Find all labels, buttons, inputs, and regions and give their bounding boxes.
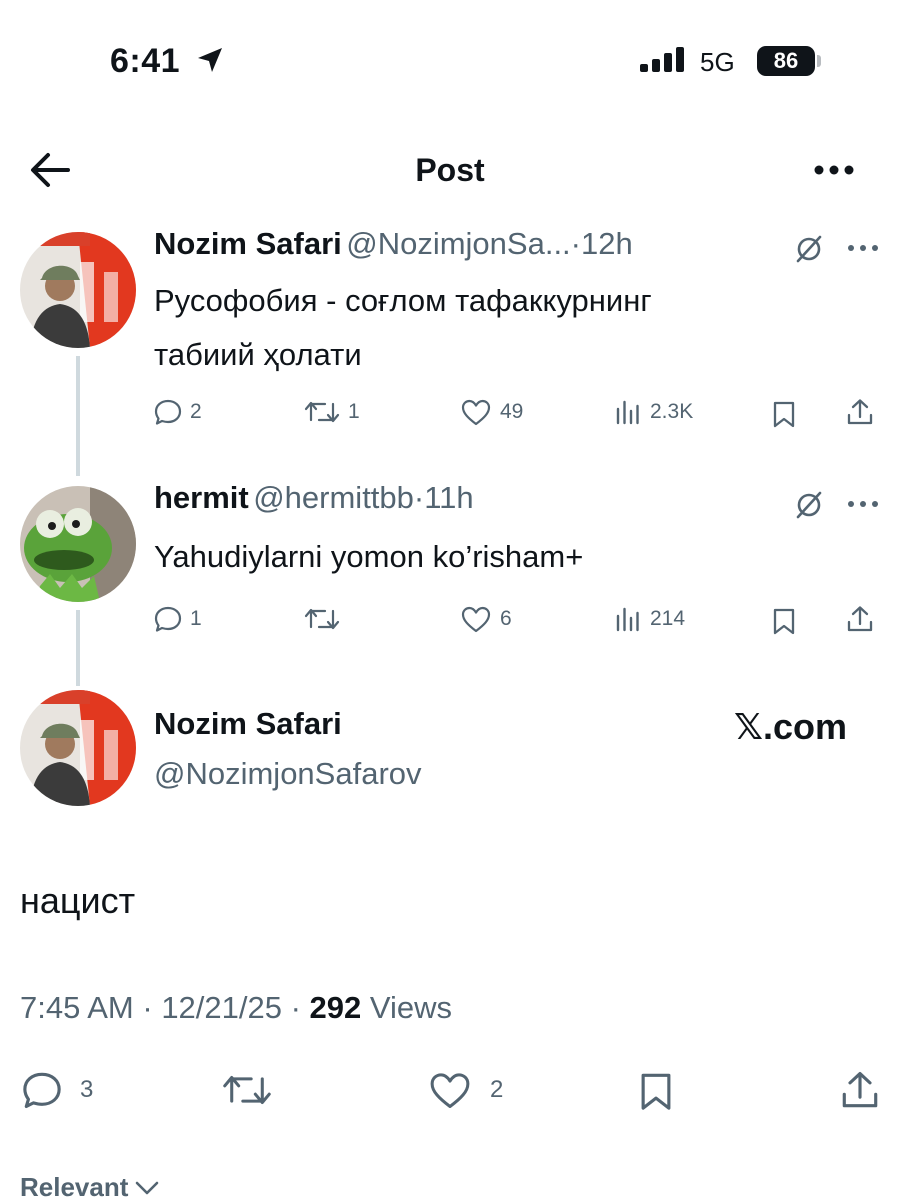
chevron-down-icon (136, 1181, 159, 1194)
author-name[interactable]: Nozim Safari (154, 706, 342, 742)
grok-icon[interactable] (794, 234, 824, 264)
grok-icon[interactable] (794, 490, 824, 520)
share-icon[interactable] (846, 398, 874, 426)
page-title: Post (415, 152, 485, 188)
like-count: 2 (490, 1076, 504, 1103)
heart-icon (430, 1073, 470, 1109)
tweet-text-line: Yahudiylarni yomon ko’risham+ (154, 539, 584, 574)
reply-count: 2 (190, 400, 202, 423)
network-type: 5G (700, 47, 735, 77)
author-name[interactable]: Nozim Safari (154, 226, 342, 261)
like-button[interactable]: 6 (460, 605, 512, 633)
sort-label: Relevant (20, 1172, 129, 1202)
separator: · (413, 480, 425, 515)
reply-count: 3 (80, 1076, 94, 1103)
post-date[interactable]: 12/21/25 (161, 990, 282, 1025)
reply-count: 1 (190, 607, 202, 630)
battery-level: 86 (773, 48, 799, 73)
author-handle[interactable]: @NozimjonSa... (346, 226, 570, 261)
avatar[interactable] (20, 232, 136, 348)
author-handle[interactable]: @hermittbb (253, 480, 414, 515)
views-count: 292 (309, 990, 362, 1025)
tweet-header: Nozim Safari @NozimjonSa...·12h (154, 226, 633, 262)
post-meta: 7:45 AM · 12/21/25 · 292 Views (20, 990, 453, 1025)
tweet-text: Русофобия - соғлом тафаккурнинг табиий ҳ… (154, 274, 652, 382)
tweet-text: Yahudiylarni yomon ko’risham+ (154, 530, 583, 584)
bookmark-icon[interactable] (770, 400, 798, 428)
share-icon[interactable] (840, 1070, 880, 1110)
views-button[interactable]: 2.3K (614, 398, 693, 426)
views-label: Views (369, 990, 453, 1025)
post-time[interactable]: 11h (424, 480, 473, 515)
battery-tip (817, 55, 821, 67)
like-button[interactable]: 49 (460, 398, 523, 426)
reply-icon (154, 399, 182, 425)
author-name[interactable]: hermit (154, 480, 249, 515)
reply-button[interactable]: 1 (154, 605, 202, 633)
more-options-icon[interactable] (812, 160, 856, 180)
analytics-icon (616, 607, 639, 632)
battery-indicator: 86 (757, 46, 815, 76)
avatar[interactable] (20, 690, 136, 806)
separator: · (570, 226, 581, 261)
sort-dropdown[interactable]: Relevant (20, 1172, 160, 1203)
repost-button[interactable] (222, 1070, 290, 1110)
tweet-header: hermit @hermittbb·11h (154, 480, 474, 516)
repost-button[interactable] (304, 605, 348, 633)
heart-icon (461, 399, 491, 426)
views-button[interactable]: 214 (614, 605, 685, 633)
more-icon[interactable] (846, 496, 880, 512)
post-time[interactable]: 7:45 AM (20, 990, 134, 1025)
repost-button[interactable]: 1 (304, 398, 360, 426)
analytics-icon (616, 400, 639, 425)
repost-count: 1 (348, 400, 360, 423)
more-icon[interactable] (846, 240, 880, 256)
bookmark-icon[interactable] (636, 1070, 676, 1112)
post-text: нацист (20, 880, 136, 921)
reply-icon (23, 1072, 61, 1108)
cellular-signal-icon (640, 47, 684, 72)
x-com-watermark: 𝕏.com (734, 706, 848, 747)
location-arrow-icon (198, 48, 222, 72)
repost-icon (304, 608, 340, 630)
tweet-text-line: табиий ҳолати (154, 337, 362, 372)
like-button[interactable]: 2 (428, 1070, 503, 1110)
tweet-text-line: Русофобия - соғлом тафаккурнинг (154, 283, 652, 318)
thread-connector (76, 356, 80, 476)
bookmark-icon[interactable] (770, 607, 798, 635)
view-count: 214 (650, 607, 686, 630)
share-icon[interactable] (846, 605, 874, 633)
like-count: 49 (500, 400, 524, 423)
reply-button[interactable]: 3 (22, 1070, 93, 1110)
like-count: 6 (500, 607, 512, 630)
heart-icon (461, 606, 491, 633)
view-count: 2.3K (650, 400, 694, 423)
reply-button[interactable]: 2 (154, 398, 202, 426)
author-handle[interactable]: @NozimjonSafarov (154, 756, 422, 792)
reply-icon (154, 606, 182, 632)
avatar[interactable] (20, 486, 136, 602)
repost-icon (223, 1075, 271, 1105)
thread-connector (76, 610, 80, 686)
post-time[interactable]: 12h (581, 226, 633, 261)
status-time: 6:41 (110, 42, 181, 80)
repost-icon (304, 401, 340, 423)
